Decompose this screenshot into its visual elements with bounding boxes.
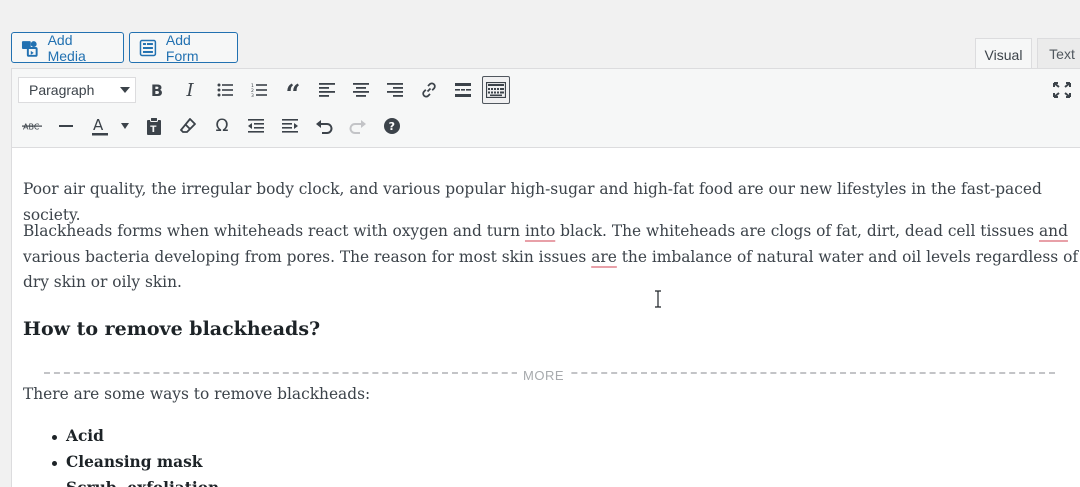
italic-icon: I bbox=[186, 79, 194, 101]
text-color-dropdown[interactable] bbox=[118, 112, 132, 140]
special-character-button[interactable]: Ω bbox=[208, 112, 236, 140]
toolbar-toggle-icon bbox=[486, 82, 506, 98]
paragraph-2-text-c: various bacteria developing from pores. … bbox=[23, 247, 592, 266]
chevron-down-icon bbox=[120, 87, 130, 93]
list-item: Cleansing mask bbox=[42, 450, 219, 476]
bold-icon: B bbox=[150, 80, 164, 100]
spellcheck-word-and: and bbox=[1039, 222, 1068, 240]
paste-as-text-icon: T bbox=[147, 117, 161, 135]
read-more-button[interactable] bbox=[449, 76, 477, 104]
spellcheck-word-into: into bbox=[524, 222, 556, 240]
editor-toolbar: Paragraph B I 1 2 3 “ ABC A T Ω ? bbox=[12, 69, 1080, 148]
svg-text:?: ? bbox=[389, 120, 395, 133]
paste-as-text-button[interactable]: T bbox=[140, 112, 168, 140]
blockquote-button[interactable]: “ bbox=[279, 76, 307, 108]
help-icon: ? bbox=[384, 118, 400, 134]
italic-button[interactable]: I bbox=[176, 76, 204, 104]
spellcheck-word-are: are bbox=[591, 247, 617, 266]
tab-text[interactable]: Text bbox=[1037, 38, 1080, 69]
format-select[interactable]: Paragraph bbox=[18, 77, 136, 103]
align-center-button[interactable] bbox=[347, 76, 375, 104]
redo-icon bbox=[349, 120, 366, 134]
format-select-value: Paragraph bbox=[29, 82, 95, 98]
strikethrough-button[interactable]: ABC bbox=[18, 112, 46, 140]
svg-text:T: T bbox=[150, 125, 157, 135]
bullet-list-button[interactable] bbox=[211, 76, 239, 104]
list-item: Acid bbox=[42, 424, 219, 450]
fullscreen-icon bbox=[1053, 82, 1071, 98]
numbered-list-button[interactable]: 1 2 3 bbox=[245, 76, 273, 104]
text-color-icon: A bbox=[92, 116, 108, 136]
outdent-button[interactable] bbox=[242, 112, 270, 140]
toolbar-toggle-button[interactable] bbox=[482, 76, 510, 104]
bullet-list-icon bbox=[217, 83, 233, 97]
redo-button[interactable] bbox=[344, 112, 372, 140]
indent-button[interactable] bbox=[276, 112, 304, 140]
content-list: Acid Cleansing mask Scrub, exfoliation bbox=[42, 424, 219, 487]
link-icon bbox=[422, 82, 436, 98]
undo-button[interactable] bbox=[310, 112, 338, 140]
clear-formatting-button[interactable] bbox=[174, 112, 202, 140]
paragraph-3: There are some ways to remove blackheads… bbox=[23, 385, 371, 403]
paragraph-2-text-a: Blackheads forms when whiteheads react w… bbox=[23, 222, 525, 240]
help-button[interactable]: ? bbox=[378, 112, 406, 140]
form-icon bbox=[139, 39, 157, 56]
horizontal-line-icon bbox=[59, 125, 73, 127]
editor-container: Paragraph B I 1 2 3 “ ABC A T Ω ? Poor a… bbox=[11, 68, 1080, 487]
undo-icon bbox=[316, 120, 333, 134]
tab-visual[interactable]: Visual bbox=[975, 38, 1032, 70]
list-item: Scrub, exfoliation bbox=[42, 476, 219, 487]
add-media-label: Add Media bbox=[47, 31, 86, 64]
bold-button[interactable]: B bbox=[143, 76, 171, 104]
content-heading: How to remove blackheads? bbox=[23, 318, 321, 340]
text-cursor-icon bbox=[655, 290, 661, 308]
text-color-button[interactable]: A bbox=[86, 112, 114, 140]
add-media-icon bbox=[21, 40, 38, 57]
add-media-button[interactable]: Add Media bbox=[11, 31, 124, 64]
clear-formatting-icon bbox=[180, 118, 196, 133]
editor-content[interactable]: Poor air quality, the irregular body clo… bbox=[12, 149, 1080, 487]
read-more-icon bbox=[455, 83, 471, 97]
outdent-icon bbox=[248, 119, 264, 133]
indent-icon bbox=[282, 119, 298, 133]
strikethrough-icon: ABC bbox=[22, 123, 42, 132]
align-right-button[interactable] bbox=[381, 76, 409, 104]
paragraph-2-text-b: black. The whiteheads are clogs of fat, … bbox=[555, 222, 1039, 240]
link-button[interactable] bbox=[415, 76, 443, 104]
align-center-icon bbox=[353, 83, 369, 97]
align-left-button[interactable] bbox=[313, 76, 341, 104]
align-right-icon bbox=[387, 83, 403, 97]
align-left-icon bbox=[319, 83, 335, 97]
add-form-label: Add Form bbox=[165, 31, 199, 64]
fullscreen-button[interactable] bbox=[1048, 76, 1076, 104]
add-form-button[interactable]: Add Form bbox=[129, 31, 238, 64]
omega-icon: Ω bbox=[215, 116, 229, 136]
blockquote-icon: “ bbox=[285, 80, 301, 110]
horizontal-line-button[interactable] bbox=[52, 112, 80, 140]
chevron-down-icon bbox=[121, 123, 129, 129]
numbered-list-icon: 1 2 3 bbox=[251, 83, 267, 98]
svg-text:A: A bbox=[93, 116, 104, 134]
paragraph-2: Blackheads forms when whiteheads react w… bbox=[23, 219, 1080, 296]
svg-text:3: 3 bbox=[251, 93, 254, 98]
svg-text:ABC: ABC bbox=[23, 123, 40, 132]
